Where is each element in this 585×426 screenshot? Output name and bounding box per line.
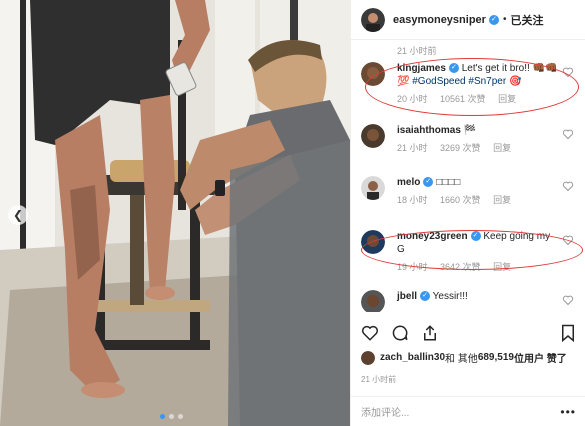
comment-item: isaiahthomas 🏁 21 小时 3269 次赞 回复 bbox=[351, 118, 585, 170]
comment-likes[interactable]: 10561 次赞 bbox=[440, 94, 486, 104]
post-side-panel: easymoneysniper ✓ • 已关注 21 小时前 kingjames… bbox=[350, 0, 585, 426]
comment-meta: 21 小时 3269 次赞 回复 bbox=[397, 141, 560, 154]
comment-text: money23green ✓ Keep going my G bbox=[397, 230, 560, 256]
add-comment-bar: 添加评论... ••• bbox=[351, 396, 585, 426]
following-button[interactable]: 已关注 bbox=[510, 12, 543, 28]
comment-meta: 18 小时 1660 次赞 回复 bbox=[397, 193, 560, 206]
liker-username[interactable]: zach_ballin30 bbox=[380, 352, 445, 363]
comment-emoji-tail: 🎯 bbox=[506, 76, 522, 87]
heart-icon[interactable] bbox=[562, 234, 574, 246]
header-separator: • bbox=[502, 14, 507, 25]
likes-suffix[interactable]: 位用户 赞了 bbox=[514, 350, 567, 365]
likes-middle: 和 其他 bbox=[445, 354, 478, 365]
commenter-avatar[interactable] bbox=[361, 124, 385, 148]
commenter-username[interactable]: isaiahthomas bbox=[397, 125, 461, 136]
comment-item: jbell ✓ Yessir!!! bbox=[351, 284, 585, 312]
comment-body: Let's get it bro!! bbox=[461, 63, 533, 74]
comment-item: melo ✓ □□□□ 18 小时 1660 次赞 回复 bbox=[351, 170, 585, 224]
comment-likes[interactable]: 3642 次赞 bbox=[440, 262, 481, 272]
commenter-username[interactable]: money23green bbox=[397, 231, 468, 242]
heart-icon[interactable] bbox=[562, 128, 574, 140]
comment-item: money23green ✓ Keep going my G 19 小时 3642… bbox=[351, 224, 585, 284]
heart-icon[interactable] bbox=[562, 180, 574, 192]
author-username[interactable]: easymoneysniper bbox=[393, 14, 486, 26]
comment-hashtags[interactable]: #GodSpeed #Sn7per bbox=[412, 76, 506, 87]
comment-meta: 20 小时 10561 次赞 回复 bbox=[397, 92, 560, 105]
carousel-dot bbox=[160, 414, 165, 419]
more-options-icon[interactable]: ••• bbox=[560, 405, 576, 419]
comment-body: □□□□ bbox=[436, 177, 461, 188]
comment-text: jbell ✓ Yessir!!! bbox=[397, 290, 560, 303]
photo-illustration bbox=[0, 0, 350, 426]
comment-text: melo ✓ □□□□ bbox=[397, 176, 560, 189]
commenter-username[interactable]: kingjames bbox=[397, 63, 446, 74]
carousel-dot bbox=[178, 414, 183, 419]
post-photo: ❮ bbox=[0, 0, 350, 426]
verified-badge-icon: ✓ bbox=[420, 291, 431, 302]
commenter-avatar[interactable] bbox=[361, 62, 385, 86]
reply-button[interactable]: 回复 bbox=[498, 94, 516, 104]
reply-button[interactable]: 回复 bbox=[493, 262, 511, 272]
commenter-username[interactable]: jbell bbox=[397, 291, 417, 302]
reply-button[interactable]: 回复 bbox=[493, 195, 511, 205]
comment-body: Yessir!!! bbox=[432, 291, 468, 302]
comment-time: 18 小时 bbox=[397, 195, 428, 205]
comment-likes[interactable]: 1660 次赞 bbox=[440, 195, 481, 205]
post-header: easymoneysniper ✓ • 已关注 bbox=[351, 0, 585, 40]
commenter-avatar[interactable] bbox=[361, 290, 385, 312]
post-time[interactable]: 21 小时前 bbox=[361, 374, 396, 385]
verified-badge-icon: ✓ bbox=[448, 63, 459, 74]
carousel-dot bbox=[169, 414, 174, 419]
comment-text: kingjames ✓ Let's get it bro!! 👊🏾👊🏾💯 #God… bbox=[397, 62, 560, 88]
comment-item: kingjames ✓ Let's get it bro!! 👊🏾👊🏾💯 #God… bbox=[351, 56, 585, 118]
likes-summary: zach_ballin30 和 其他 689,519 位用户 赞了 bbox=[361, 350, 567, 365]
comment-text: isaiahthomas 🏁 bbox=[397, 124, 560, 137]
likes-count[interactable]: 689,519 bbox=[478, 352, 514, 363]
author-avatar[interactable] bbox=[361, 7, 385, 32]
comment-meta: 19 小时 3642 次赞 回复 bbox=[397, 260, 560, 273]
commenter-avatar[interactable] bbox=[361, 230, 385, 254]
comment-likes[interactable]: 3269 次赞 bbox=[440, 143, 481, 153]
action-bar bbox=[351, 318, 585, 348]
heart-icon[interactable] bbox=[562, 294, 574, 306]
comments-list: 21 小时前 kingjames ✓ Let's get it bro!! 👊🏾👊… bbox=[351, 40, 585, 312]
comment-time: 19 小时 bbox=[397, 262, 428, 272]
comment-time: 20 小时 bbox=[397, 94, 428, 104]
verified-badge-icon: ✓ bbox=[488, 14, 499, 25]
chevron-left-icon[interactable]: ❮ bbox=[8, 205, 28, 225]
add-comment-input[interactable]: 添加评论... bbox=[361, 404, 560, 419]
comment-body: 🏁 bbox=[463, 125, 477, 136]
comment-icon[interactable] bbox=[391, 324, 409, 342]
commenter-avatar[interactable] bbox=[361, 176, 385, 200]
heart-icon[interactable] bbox=[562, 66, 574, 78]
liker-avatar[interactable] bbox=[361, 350, 375, 365]
reply-button[interactable]: 回复 bbox=[493, 143, 511, 153]
verified-badge-icon: ✓ bbox=[423, 177, 434, 188]
comment-time: 21 小时 bbox=[397, 143, 428, 153]
bookmark-icon[interactable] bbox=[560, 324, 576, 342]
commenter-username[interactable]: melo bbox=[397, 177, 420, 188]
verified-badge-icon: ✓ bbox=[470, 231, 481, 242]
carousel-dots bbox=[160, 414, 183, 419]
share-icon[interactable] bbox=[421, 324, 439, 342]
heart-icon[interactable] bbox=[361, 324, 379, 342]
caption-time: 21 小时前 bbox=[397, 46, 437, 56]
